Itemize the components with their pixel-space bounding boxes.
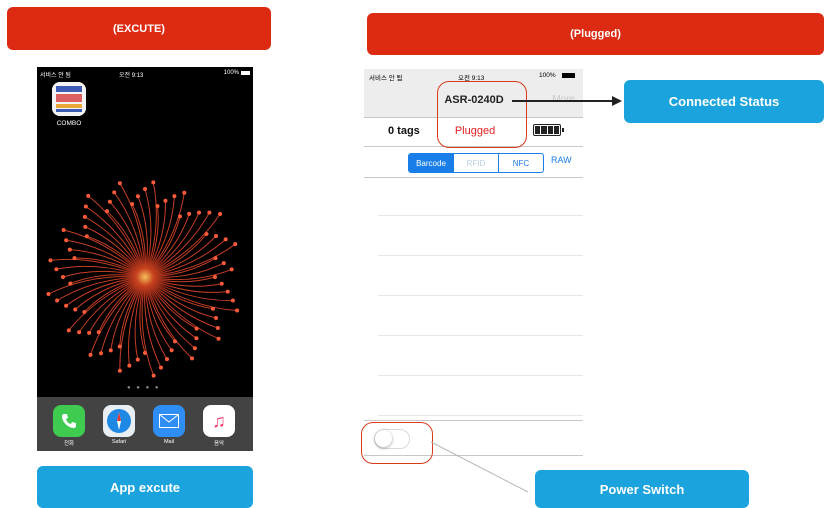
connected-status-callout: Connected Status bbox=[624, 80, 824, 123]
power-switch-callout: Power Switch bbox=[535, 470, 749, 508]
callout-connectors bbox=[430, 96, 622, 493]
